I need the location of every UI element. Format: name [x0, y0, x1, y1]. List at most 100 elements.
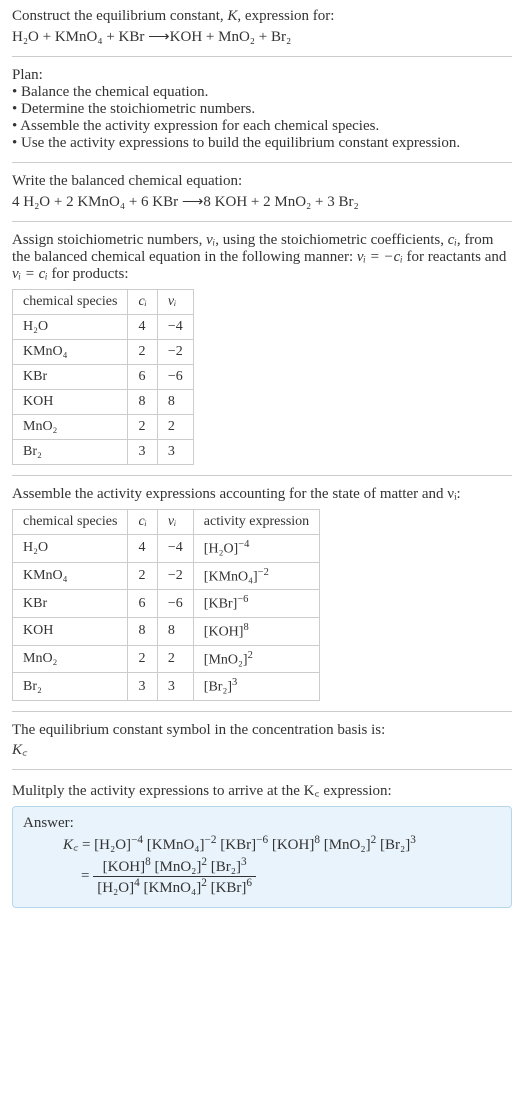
stoich-intro: Assign stoichiometric numbers, νᵢ, using… [12, 232, 512, 283]
act-exp: 8 [243, 622, 248, 633]
balanced-eq-rhs: 8 KOH + 2 MnO₂ + 3 Br₂ [203, 194, 358, 210]
cell-species: Br₂ [13, 673, 128, 701]
den-term: [KMnO₄]2 [143, 880, 206, 896]
cell-nui: −2 [157, 340, 193, 365]
intro-text-post: , expression for: [237, 8, 334, 24]
equals-sign: = [81, 868, 93, 884]
fraction-denominator: [H₂O]4 [KMnO₄]2 [KBr]6 [93, 877, 256, 897]
cell-ci: 8 [128, 390, 157, 415]
cell-activity: [KOH]8 [193, 617, 319, 645]
cell-nui: −4 [157, 315, 193, 340]
multiply-intro: Mulitply the activity expressions to arr… [12, 780, 512, 800]
plan-block: Plan: • Balance the chemical equation. •… [12, 67, 512, 152]
intro-line-1: Construct the equilibrium constant, K, e… [12, 8, 512, 25]
equals-sign: = [78, 837, 94, 853]
term-exp: 8 [314, 834, 320, 846]
divider [12, 221, 512, 222]
cell-nui: −6 [157, 365, 193, 390]
num-term: [MnO₂]2 [155, 859, 208, 875]
cell-nui: −6 [157, 590, 193, 618]
divider [12, 475, 512, 476]
col-nui: νᵢ [157, 510, 193, 535]
plan-heading: Plan: [12, 67, 512, 84]
term-base: [KBr] [211, 880, 247, 896]
term-exp: 2 [201, 877, 207, 889]
cell-species: MnO₂ [13, 645, 128, 673]
c-i-symbol: cᵢ [448, 232, 457, 248]
table-row: H₂O4−4[H₂O]−4 [13, 535, 320, 563]
term-base: [KMnO₄] [147, 837, 205, 853]
cell-species: Br₂ [13, 440, 128, 465]
activity-table: chemical species cᵢ νᵢ activity expressi… [12, 509, 320, 701]
stoich-rel1: νᵢ = −cᵢ [357, 249, 403, 265]
term-exp: 8 [145, 856, 151, 868]
table-header-row: chemical species cᵢ νᵢ activity expressi… [13, 510, 320, 535]
col-ci: cᵢ [128, 510, 157, 535]
act-exp: 2 [248, 650, 253, 661]
kc-symbol-block: The equilibrium constant symbol in the c… [12, 722, 512, 759]
cell-nui: −2 [157, 562, 193, 590]
term-exp: 3 [410, 834, 416, 846]
intro-eq-rhs: KOH + MnO₂ + Br₂ [170, 29, 292, 45]
stoich-block: Assign stoichiometric numbers, νᵢ, using… [12, 232, 512, 465]
act-base: [KBr] [204, 597, 237, 612]
term-exp: 4 [134, 877, 140, 889]
table-row: KBr6−6 [13, 365, 194, 390]
stoich-table: chemical species cᵢ νᵢ H₂O4−4 KMnO₄2−2 K… [12, 289, 194, 465]
answer-product-line: K꜀ = [H₂O]−4 [KMnO₄]−2 [KBr]−6 [KOH]8 [M… [23, 834, 501, 854]
cell-nui: 3 [157, 440, 193, 465]
stoich-text: , using the stoichiometric coefficients, [215, 232, 448, 248]
cell-species: KOH [13, 617, 128, 645]
stoich-text: for reactants and [403, 249, 507, 265]
balanced-eq-lhs: 4 H₂O + 2 KMnO₄ + 6 KBr [12, 194, 178, 210]
cell-nui: −4 [157, 535, 193, 563]
act-base: [KMnO₄] [204, 569, 258, 584]
col-nui: νᵢ [157, 290, 193, 315]
kc-symbol-intro: The equilibrium constant symbol in the c… [12, 722, 512, 739]
plan-bullet-1: • Balance the chemical equation. [12, 84, 512, 101]
cell-ci: 2 [128, 340, 157, 365]
divider [12, 56, 512, 57]
term-base: [MnO₂] [324, 837, 371, 853]
term-exp: −4 [131, 834, 143, 846]
cell-species: MnO₂ [13, 415, 128, 440]
cell-species: H₂O [13, 535, 128, 563]
activity-block: Assemble the activity expressions accoun… [12, 486, 512, 701]
reaction-arrow-icon [144, 29, 169, 45]
cell-nui: 2 [157, 645, 193, 673]
term-base: [H₂O] [94, 837, 131, 853]
cell-activity: [H₂O]−4 [193, 535, 319, 563]
act-base: [H₂O] [204, 542, 238, 557]
plan-bullet-2: • Determine the stoichiometric numbers. [12, 101, 512, 118]
intro-block: Construct the equilibrium constant, K, e… [12, 8, 512, 46]
cell-ci: 3 [128, 673, 157, 701]
intro-equation: H₂O + KMnO₄ + KBrKOH + MnO₂ + Br₂ [12, 27, 512, 46]
stoich-text: Assign stoichiometric numbers, [12, 232, 206, 248]
fraction-numerator: [KOH]8 [MnO₂]2 [Br₂]3 [93, 856, 256, 877]
cell-species: H₂O [13, 315, 128, 340]
num-term: [KOH]8 [103, 859, 151, 875]
act-exp: −4 [238, 539, 249, 550]
cell-species: KOH [13, 390, 128, 415]
prod-term: [KOH]8 [272, 837, 320, 853]
nu-i-symbol: νᵢ [206, 232, 215, 248]
act-base: [MnO₂] [204, 652, 248, 667]
table-row: KOH88[KOH]8 [13, 617, 320, 645]
den-term: [H₂O]4 [97, 880, 140, 896]
cell-ci: 6 [128, 590, 157, 618]
kc-symbol: K꜀ [12, 739, 512, 759]
table-row: Br₂33 [13, 440, 194, 465]
table-row: MnO₂22[MnO₂]2 [13, 645, 320, 673]
term-base: [KOH] [272, 837, 315, 853]
intro-K: K [227, 8, 237, 24]
kc-var: K꜀ [63, 837, 78, 853]
term-exp: 6 [246, 877, 252, 889]
cell-activity: [KBr]−6 [193, 590, 319, 618]
cell-ci: 4 [128, 315, 157, 340]
divider [12, 162, 512, 163]
cell-ci: 8 [128, 617, 157, 645]
table-row: MnO₂22 [13, 415, 194, 440]
cell-species: KBr [13, 365, 128, 390]
term-base: [H₂O] [97, 880, 134, 896]
multiply-block: Mulitply the activity expressions to arr… [12, 780, 512, 908]
